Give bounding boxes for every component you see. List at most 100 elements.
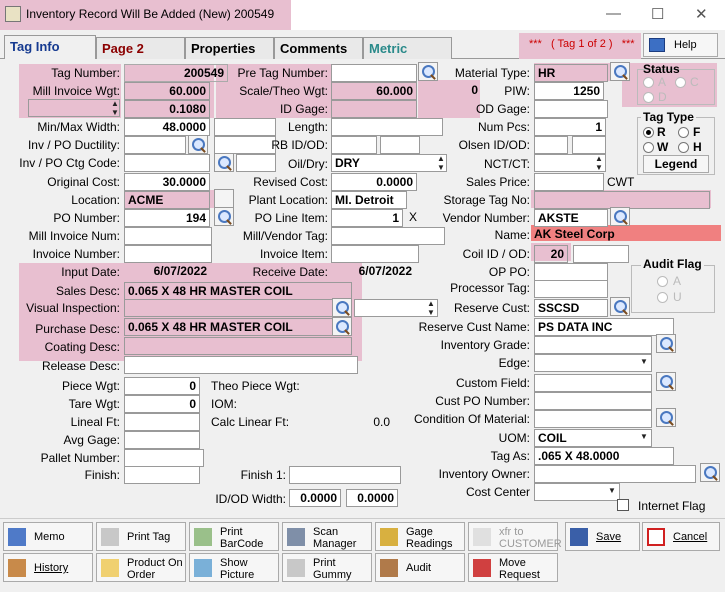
- receive-date-field[interactable]: 6/07/2022: [331, 263, 415, 281]
- num-pcs-field[interactable]: 1: [534, 118, 606, 136]
- reserve-cust-name-field[interactable]: PS DATA INC: [534, 318, 674, 336]
- spinner-arrows[interactable]: ▲ ▼: [110, 99, 120, 117]
- lookup-icon[interactable]: [610, 297, 630, 316]
- id-gage-field[interactable]: [331, 100, 417, 118]
- olsen-od-field[interactable]: [572, 136, 606, 154]
- product-on-order-button[interactable]: Product On Order: [96, 553, 186, 582]
- minimize-button[interactable]: —: [606, 5, 621, 22]
- location-field[interactable]: ACME: [124, 191, 210, 209]
- status-radio-a[interactable]: [643, 77, 654, 88]
- mill-invoice-num-field[interactable]: [124, 227, 212, 245]
- invoice-number-field[interactable]: [124, 245, 212, 263]
- lookup-icon[interactable]: [188, 135, 208, 154]
- plant-location-field[interactable]: MI. Detroit: [331, 191, 407, 209]
- vendor-number-field[interactable]: AKSTE: [534, 209, 608, 227]
- lookup-icon[interactable]: [610, 207, 630, 226]
- od-width-field[interactable]: 0.0000: [346, 489, 398, 507]
- maximize-button[interactable]: ☐: [651, 5, 664, 23]
- finish1-field[interactable]: [289, 466, 401, 484]
- tab-page-2[interactable]: Page 2: [96, 37, 185, 59]
- od-gage-field[interactable]: [534, 100, 608, 118]
- original-cost-field[interactable]: 30.0000: [124, 173, 210, 191]
- olsen-id-field[interactable]: [534, 136, 568, 154]
- processor-tag-field[interactable]: [534, 280, 608, 298]
- xfr-to-customer-button[interactable]: xfr to CUSTOMER: [468, 522, 562, 551]
- audit-flag-radio-u[interactable]: [657, 292, 668, 303]
- lookup-icon[interactable]: [700, 463, 720, 482]
- print-gummy-button[interactable]: Print Gummy: [282, 553, 372, 582]
- chevron-down-icon[interactable]: ▼: [606, 486, 618, 495]
- coil-od-field[interactable]: [573, 245, 629, 263]
- tag-type-radio-r[interactable]: [643, 127, 654, 138]
- piw-field[interactable]: 1250: [534, 82, 604, 100]
- sales-desc-field[interactable]: 0.065 X 48 HR MASTER COIL: [124, 282, 352, 300]
- tag-as-field[interactable]: .065 X 48.0000: [534, 447, 674, 465]
- tab-metric[interactable]: Metric: [363, 37, 452, 59]
- tag-type-radio-f[interactable]: [678, 127, 689, 138]
- help-button[interactable]: Help: [643, 33, 718, 57]
- status-radio-d[interactable]: [643, 92, 654, 103]
- finish-field[interactable]: [124, 466, 200, 484]
- cancel-button[interactable]: Cancel: [642, 522, 720, 551]
- history-button[interactable]: History: [3, 553, 93, 582]
- mill-invoice-wgt-field[interactable]: 60.000: [124, 82, 210, 100]
- tab-tag-info[interactable]: Tag Info: [4, 35, 96, 59]
- inventory-grade-field[interactable]: [534, 336, 652, 354]
- edge-select[interactable]: [534, 354, 652, 372]
- material-type-field[interactable]: HR: [534, 64, 608, 82]
- print-barcode-button[interactable]: Print BarCode: [189, 522, 279, 551]
- chevron-down-icon[interactable]: ▼: [638, 357, 650, 366]
- lookup-icon[interactable]: [656, 372, 676, 391]
- inv-ctg-code-field[interactable]: [124, 154, 210, 172]
- gage-readings-button[interactable]: Gage Readings: [375, 522, 465, 551]
- id-width-field[interactable]: 0.0000: [289, 489, 341, 507]
- pre-tag-number-field[interactable]: [331, 64, 417, 82]
- status-radio-c[interactable]: [675, 77, 686, 88]
- lookup-icon[interactable]: [332, 298, 352, 317]
- inventory-owner-field[interactable]: [534, 465, 696, 483]
- lookup-icon[interactable]: [332, 317, 352, 336]
- row3-left-field[interactable]: [28, 99, 120, 117]
- rb-id-field[interactable]: [331, 136, 377, 154]
- pallet-number-field[interactable]: [124, 449, 204, 467]
- po-line-item-field[interactable]: 1: [331, 209, 403, 227]
- lookup-icon[interactable]: [656, 408, 676, 427]
- spinner-arrows[interactable]: ▲ ▼: [594, 154, 604, 172]
- uom-select[interactable]: COIL: [534, 429, 652, 447]
- row3-value-field[interactable]: 0.1080: [124, 100, 210, 118]
- close-button[interactable]: ✕: [695, 5, 708, 23]
- invoice-item-field[interactable]: [331, 245, 419, 263]
- audit-flag-radio-a[interactable]: [657, 276, 668, 287]
- memo-button[interactable]: Memo: [3, 522, 93, 551]
- sales-price-field[interactable]: [534, 173, 604, 191]
- scale-wgt-field[interactable]: 60.000: [331, 82, 417, 100]
- save-button[interactable]: Save: [565, 522, 640, 551]
- min-width-field[interactable]: 48.0000: [124, 118, 210, 136]
- lookup-icon[interactable]: [656, 334, 676, 353]
- lineal-ft-field[interactable]: [124, 413, 200, 431]
- tab-properties[interactable]: Properties: [185, 37, 274, 59]
- condition-of-material-field[interactable]: [534, 410, 652, 428]
- visual-inspection-field[interactable]: [124, 299, 334, 317]
- coil-id-field[interactable]: 20: [534, 245, 568, 263]
- tab-comments[interactable]: Comments: [274, 37, 363, 59]
- move-request-button[interactable]: Move Request: [468, 553, 558, 582]
- purchase-desc-field[interactable]: 0.065 X 48 HR MASTER COIL: [124, 318, 334, 336]
- print-tag-button[interactable]: Print Tag: [96, 522, 186, 551]
- avg-gage-field[interactable]: [124, 431, 200, 449]
- po-number-field[interactable]: 194: [124, 209, 210, 227]
- release-desc-field[interactable]: [124, 356, 358, 374]
- scan-manager-button[interactable]: Scan Manager: [282, 522, 372, 551]
- tag-type-radio-w[interactable]: [643, 142, 654, 153]
- internet-flag-checkbox[interactable]: [617, 499, 629, 511]
- tag-type-radio-h[interactable]: [678, 142, 689, 153]
- lookup-icon[interactable]: [610, 62, 630, 81]
- reserve-cust-field[interactable]: SSCSD: [534, 299, 608, 317]
- tare-wgt-field[interactable]: 0: [124, 395, 200, 413]
- show-picture-button[interactable]: Show Picture: [189, 553, 279, 582]
- piece-wgt-field[interactable]: 0: [124, 377, 200, 395]
- inv-ductility-field[interactable]: [124, 136, 186, 154]
- coating-desc-field[interactable]: [124, 337, 352, 355]
- custom-field-field[interactable]: [534, 374, 652, 392]
- op-po-field[interactable]: [534, 263, 608, 281]
